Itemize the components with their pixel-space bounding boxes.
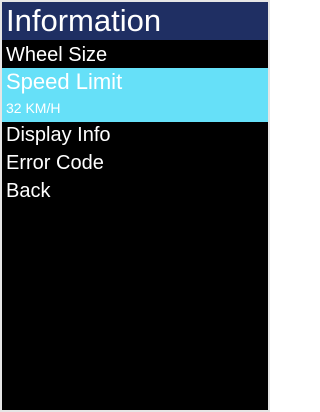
page-title: Information bbox=[6, 3, 162, 38]
menu-item-label: Speed Limit bbox=[6, 69, 123, 94]
menu-item-error-code[interactable]: Error Code bbox=[2, 150, 268, 177]
menu-item-display-info[interactable]: Display Info bbox=[2, 122, 268, 149]
speed-limit-value: 32 KM/H bbox=[6, 100, 61, 116]
menu-item-wheel-size[interactable]: Wheel Size bbox=[2, 42, 268, 68]
menu-item-label: Display Info bbox=[6, 124, 111, 146]
menu-item-label: Error Code bbox=[6, 152, 104, 174]
device-screen: Information Wheel Size Speed Limit 32 KM… bbox=[0, 0, 270, 412]
menu-item-label: Back bbox=[6, 180, 51, 202]
menu-item-label: Wheel Size bbox=[6, 44, 108, 66]
menu-item-speed-limit[interactable]: Speed Limit 32 KM/H bbox=[2, 68, 268, 122]
menu-item-back[interactable]: Back bbox=[2, 178, 268, 205]
title-bar: Information bbox=[2, 2, 268, 40]
